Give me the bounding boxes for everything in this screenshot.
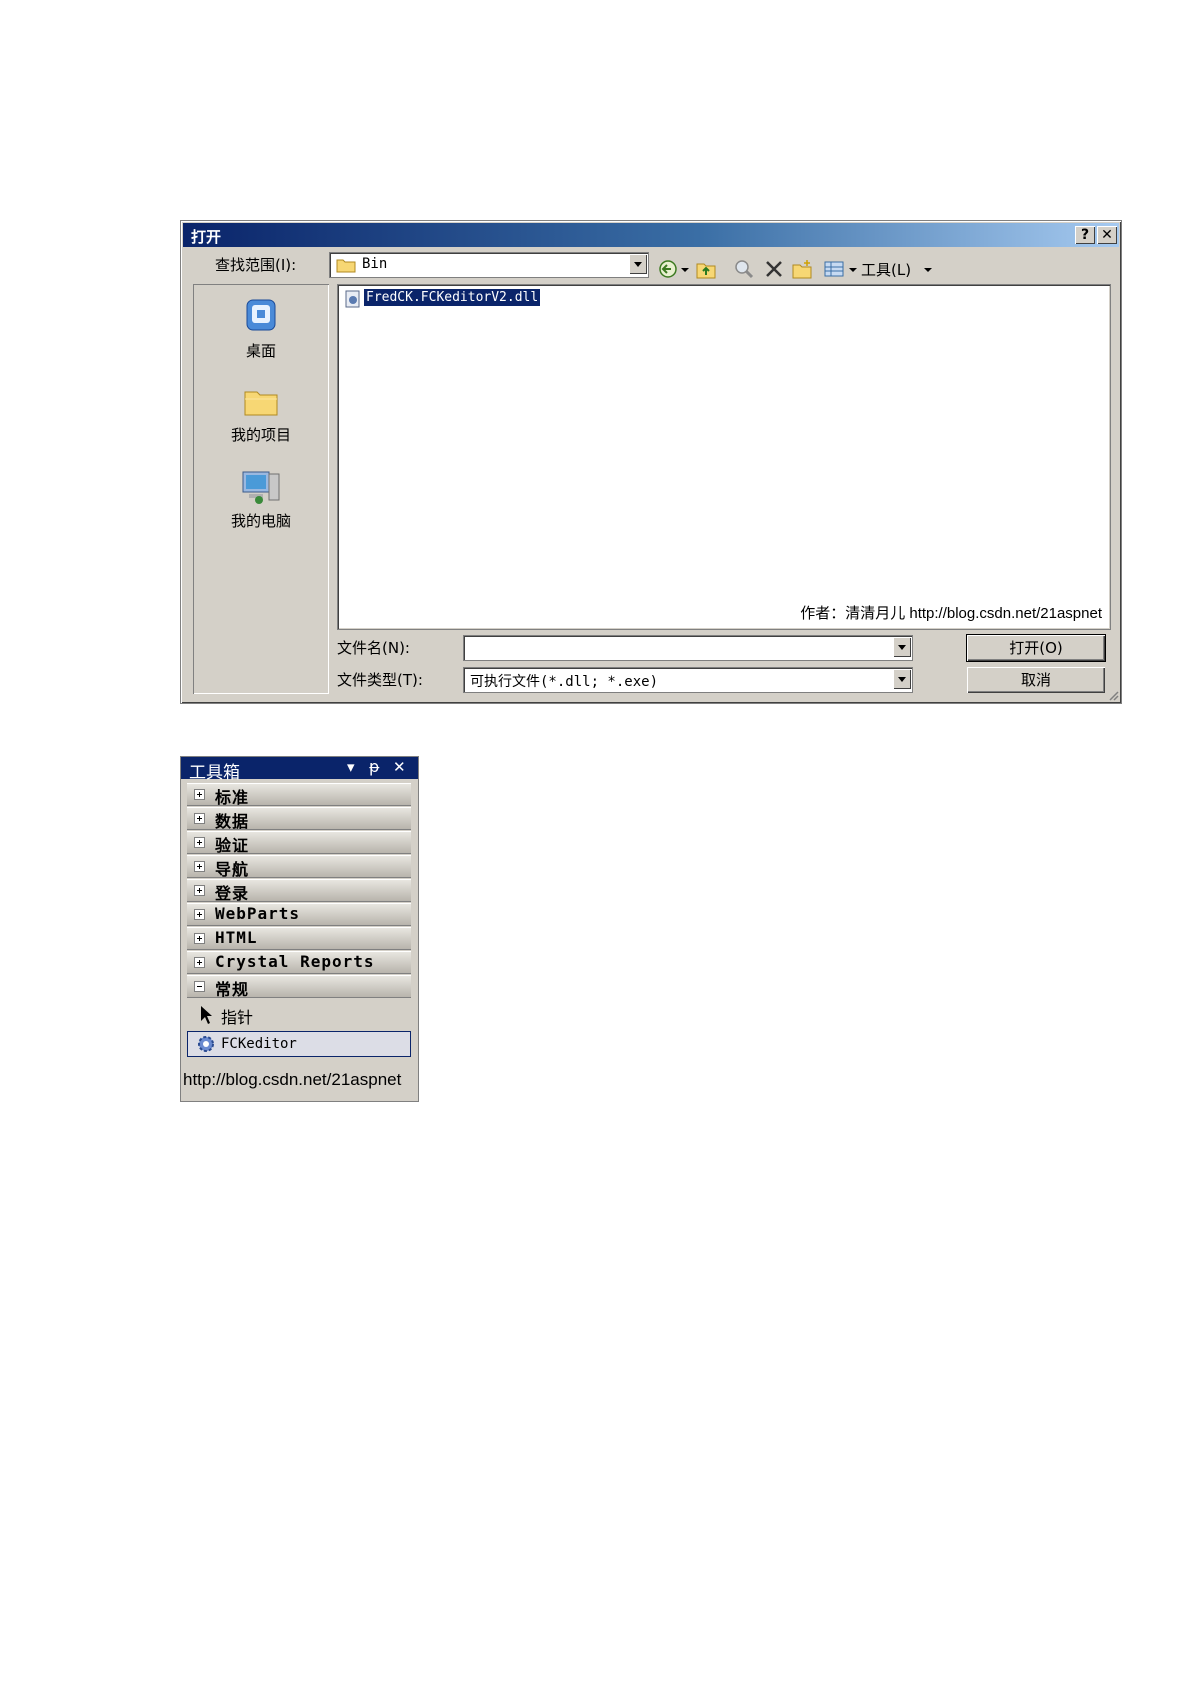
filetype-dropdown-button[interactable] (893, 669, 911, 689)
category-label: HTML (215, 928, 258, 947)
close-button[interactable]: ✕ (1097, 226, 1117, 244)
toolbox-item-label: FCKeditor (221, 1036, 297, 1052)
expand-icon (194, 885, 205, 896)
category-standard[interactable]: 标准 (187, 783, 411, 807)
expand-icon (194, 861, 205, 872)
category-label: WebParts (215, 904, 301, 923)
toolbox-title: 工具箱 (189, 763, 240, 783)
collapse-icon (194, 981, 205, 992)
category-navigation[interactable]: 导航 (187, 855, 411, 879)
look-in-dropdown-button[interactable] (629, 254, 647, 274)
place-my-projects-label: 我的项目 (230, 426, 291, 444)
resize-grip-icon[interactable] (1107, 689, 1119, 701)
dialog-title: 打开 (191, 228, 222, 246)
toolbox-item-label: 指针 (221, 1008, 254, 1027)
category-login[interactable]: 登录 (187, 879, 411, 903)
desktop-icon (246, 299, 276, 331)
back-icon[interactable] (657, 258, 679, 280)
place-desktop[interactable]: 桌面 (193, 296, 329, 361)
category-crystal-reports[interactable]: Crystal Reports (187, 951, 411, 974)
place-my-projects[interactable]: 我的项目 (193, 384, 329, 445)
dropdown-icon[interactable]: ▾ (347, 758, 355, 776)
place-my-computer[interactable]: 我的电脑 (193, 468, 329, 531)
expand-icon (194, 957, 205, 968)
look-in-dropdown[interactable]: Bin (329, 252, 649, 278)
tools-chevron-down-icon[interactable] (923, 258, 933, 280)
expand-icon (194, 909, 205, 920)
folder-icon (244, 391, 278, 416)
expand-icon (194, 813, 205, 824)
computer-icon (242, 471, 280, 504)
filetype-label: 文件类型(T): (337, 671, 423, 689)
dll-file-icon (345, 290, 360, 308)
new-folder-icon[interactable] (791, 258, 813, 280)
category-label: 标准 (215, 788, 250, 807)
category-label: Crystal Reports (215, 952, 375, 971)
up-folder-icon[interactable] (695, 258, 717, 280)
category-label: 常规 (215, 980, 250, 999)
toolbox-panel: 工具箱 ▾ ᵽ ✕ 标准 数据 验证 导航 登录 WebParts HTML C… (180, 756, 419, 1102)
author-watermark: 作者：清清月儿 http://blog.csdn.net/21aspnet (800, 605, 1102, 622)
category-label: 导航 (215, 860, 250, 879)
category-webparts[interactable]: WebParts (187, 903, 411, 926)
category-label: 登录 (215, 884, 250, 903)
toolbox-url: http://blog.csdn.net/21aspnet (183, 1070, 402, 1089)
help-button[interactable]: ? (1075, 226, 1095, 244)
views-icon[interactable] (823, 258, 847, 280)
filename-dropdown-button[interactable] (893, 637, 911, 657)
delete-icon[interactable] (763, 258, 785, 280)
category-label: 数据 (215, 812, 250, 831)
filename-input[interactable] (463, 635, 913, 661)
close-icon[interactable]: ✕ (393, 758, 406, 776)
tools-menu[interactable]: 工具(L) (861, 259, 911, 280)
toolbox-item-pointer[interactable]: 指针 (187, 1001, 411, 1027)
look-in-value: Bin (362, 256, 388, 272)
toolbox-item-fckeditor[interactable]: FCKeditor (187, 1031, 411, 1057)
pointer-icon (201, 1006, 212, 1024)
title-bar[interactable]: 打开 ? ✕ (183, 223, 1119, 247)
expand-icon (194, 837, 205, 848)
category-html[interactable]: HTML (187, 927, 411, 950)
open-file-dialog: 打开 ? ✕ 查找范围(I): Bin 工具(L) 桌面 我的项目 我的电脑 F… (180, 220, 1122, 704)
pin-icon[interactable]: ᵽ (369, 757, 380, 776)
open-button[interactable]: 打开(O) (966, 634, 1106, 662)
filetype-value: 可执行文件(*.dll; *.exe) (470, 674, 659, 690)
chevron-down-icon[interactable] (680, 258, 690, 280)
place-desktop-label: 桌面 (245, 342, 276, 360)
look-in-label: 查找范围(I): (215, 256, 297, 274)
gear-icon (198, 1036, 214, 1052)
filename-label: 文件名(N): (337, 639, 410, 657)
expand-icon (194, 933, 205, 944)
expand-icon (194, 789, 205, 800)
category-general[interactable]: 常规 (187, 975, 411, 999)
views-chevron-down-icon[interactable] (848, 258, 858, 280)
file-list[interactable]: FredCK.FCKeditorV2.dll 作者：清清月儿 http://bl… (337, 284, 1111, 630)
filetype-dropdown[interactable]: 可执行文件(*.dll; *.exe) (463, 667, 913, 693)
place-my-computer-label: 我的电脑 (230, 512, 291, 530)
toolbox-title-bar[interactable]: 工具箱 ▾ ᵽ ✕ (181, 757, 418, 783)
category-validation[interactable]: 验证 (187, 831, 411, 855)
file-name: FredCK.FCKeditorV2.dll (362, 288, 542, 307)
cancel-button[interactable]: 取消 (967, 667, 1105, 693)
search-web-icon[interactable] (733, 258, 755, 280)
category-label: 验证 (215, 836, 250, 855)
category-data[interactable]: 数据 (187, 807, 411, 831)
folder-icon (336, 259, 356, 273)
places-bar: 桌面 我的项目 我的电脑 (193, 284, 329, 694)
